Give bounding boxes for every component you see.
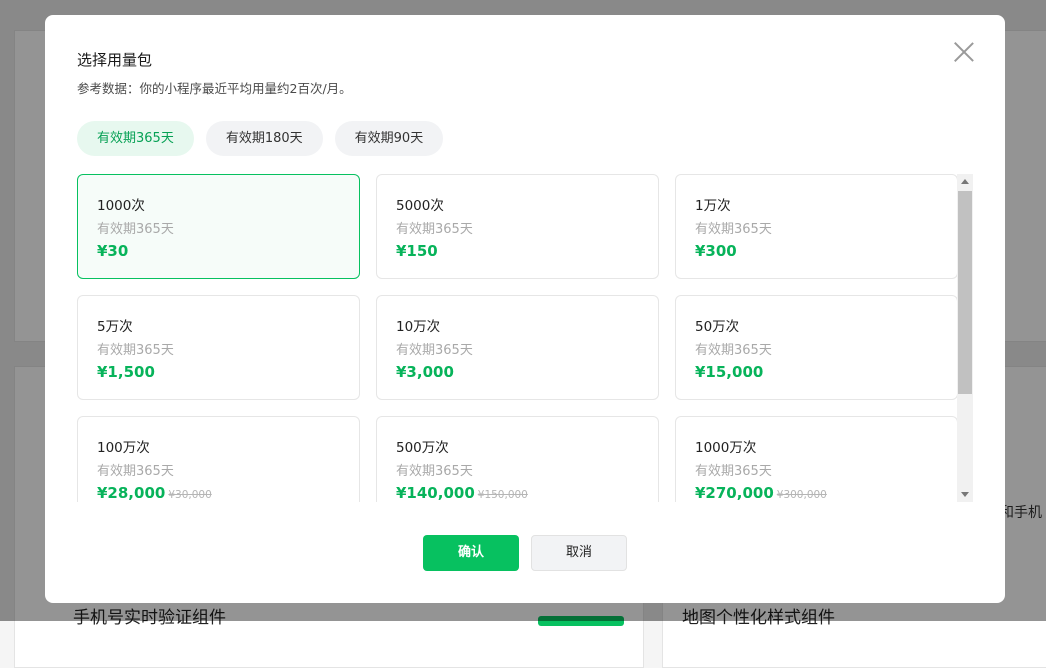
package-validity: 有效期365天: [695, 464, 772, 479]
package-quantity: 1万次: [695, 198, 731, 214]
package-price: ¥15,000: [695, 363, 764, 381]
package-card[interactable]: 10万次有效期365天 ¥3,000: [376, 295, 659, 400]
scroll-up-icon[interactable]: [961, 179, 969, 184]
dialog-footer: 确认 取消: [423, 535, 627, 571]
package-validity: 有效期365天: [97, 464, 174, 479]
package-validity: 有效期365天: [695, 343, 772, 358]
package-original-price: ¥30,000: [168, 489, 212, 501]
package-card[interactable]: 1000万次 有效期365天 ¥270,000 ¥300,000: [675, 416, 958, 502]
package-quantity: 1000次: [97, 198, 145, 214]
package-quantity: 5000次: [396, 198, 444, 214]
package-price-row: ¥150: [396, 241, 438, 260]
scroll-down-icon[interactable]: [961, 492, 969, 497]
package-price: ¥140,000: [396, 484, 475, 502]
package-price-row: ¥140,000 ¥150,000: [396, 483, 528, 502]
package-price-row: ¥15,000: [695, 362, 763, 381]
package-card[interactable]: 5万次有效期365天 ¥1,500: [77, 295, 360, 400]
package-price: ¥300: [695, 242, 737, 260]
package-original-price: ¥300,000: [776, 489, 827, 501]
package-price-row: ¥30: [97, 241, 128, 260]
package-quantity: 100万次: [97, 440, 150, 456]
package-quantity: 10万次: [396, 319, 441, 335]
package-validity: 有效期365天: [396, 464, 473, 479]
package-price-row: ¥3,000: [396, 362, 454, 381]
package-validity: 有效期365天: [97, 222, 174, 237]
package-price: ¥30: [97, 242, 129, 260]
package-card[interactable]: 100万次有效期365天 ¥28,000 ¥30,000: [77, 416, 360, 502]
tab-90-days[interactable]: 有效期90天: [334, 121, 444, 156]
scroll-thumb[interactable]: [958, 191, 972, 394]
package-price-row: ¥1,500: [97, 362, 155, 381]
package-validity: 有效期365天: [396, 222, 473, 237]
cancel-button[interactable]: 取消: [531, 535, 627, 571]
package-price: ¥1,500: [97, 363, 155, 381]
package-price: ¥3,000: [396, 363, 454, 381]
package-price: ¥270,000: [695, 484, 774, 502]
package-card[interactable]: 5000次有效期365天 ¥150: [376, 174, 659, 279]
dialog-title: 选择用量包: [77, 51, 153, 69]
package-quantity: 5万次: [97, 319, 133, 335]
package-price-row: ¥28,000 ¥30,000: [97, 483, 212, 502]
package-price-row: ¥270,000 ¥300,000: [695, 483, 827, 502]
package-price-row: ¥300: [695, 241, 737, 260]
package-list[interactable]: 1000次有效期365天 ¥30 5000次有效期365天 ¥150 1万次有效期365…: [77, 174, 973, 502]
package-validity: 有效期365天: [695, 222, 772, 237]
package-original-price: ¥150,000: [477, 489, 528, 501]
package-quantity: 500万次: [396, 440, 449, 456]
tab-365-days[interactable]: 有效期365天: [77, 121, 194, 156]
package-card[interactable]: 1000次有效期365天 ¥30: [77, 174, 360, 279]
package-validity: 有效期365天: [396, 343, 473, 358]
validity-tabs: 有效期365天 有效期180天 有效期90天: [77, 121, 444, 156]
tab-180-days[interactable]: 有效期180天: [205, 121, 323, 156]
dialog-subtitle: 参考数据：你的小程序最近平均用量约2百次/月。: [77, 81, 352, 96]
package-card[interactable]: 50万次有效期365天 ¥15,000: [675, 295, 958, 400]
package-quantity: 50万次: [695, 319, 740, 335]
package-price: ¥150: [396, 242, 438, 260]
scrollbar[interactable]: [957, 174, 973, 502]
package-quantity: 1000万次: [695, 440, 757, 456]
package-validity: 有效期365天: [97, 343, 174, 358]
package-dialog: 选择用量包 参考数据：你的小程序最近平均用量约2百次/月。 有效期365天 有效…: [45, 15, 1005, 603]
close-icon[interactable]: [953, 41, 975, 63]
package-card[interactable]: 1万次有效期365天 ¥300: [675, 174, 958, 279]
package-price: ¥28,000: [97, 484, 166, 502]
package-card[interactable]: 500万次有效期365天 ¥140,000 ¥150,000: [376, 416, 659, 502]
confirm-button[interactable]: 确认: [423, 535, 519, 571]
